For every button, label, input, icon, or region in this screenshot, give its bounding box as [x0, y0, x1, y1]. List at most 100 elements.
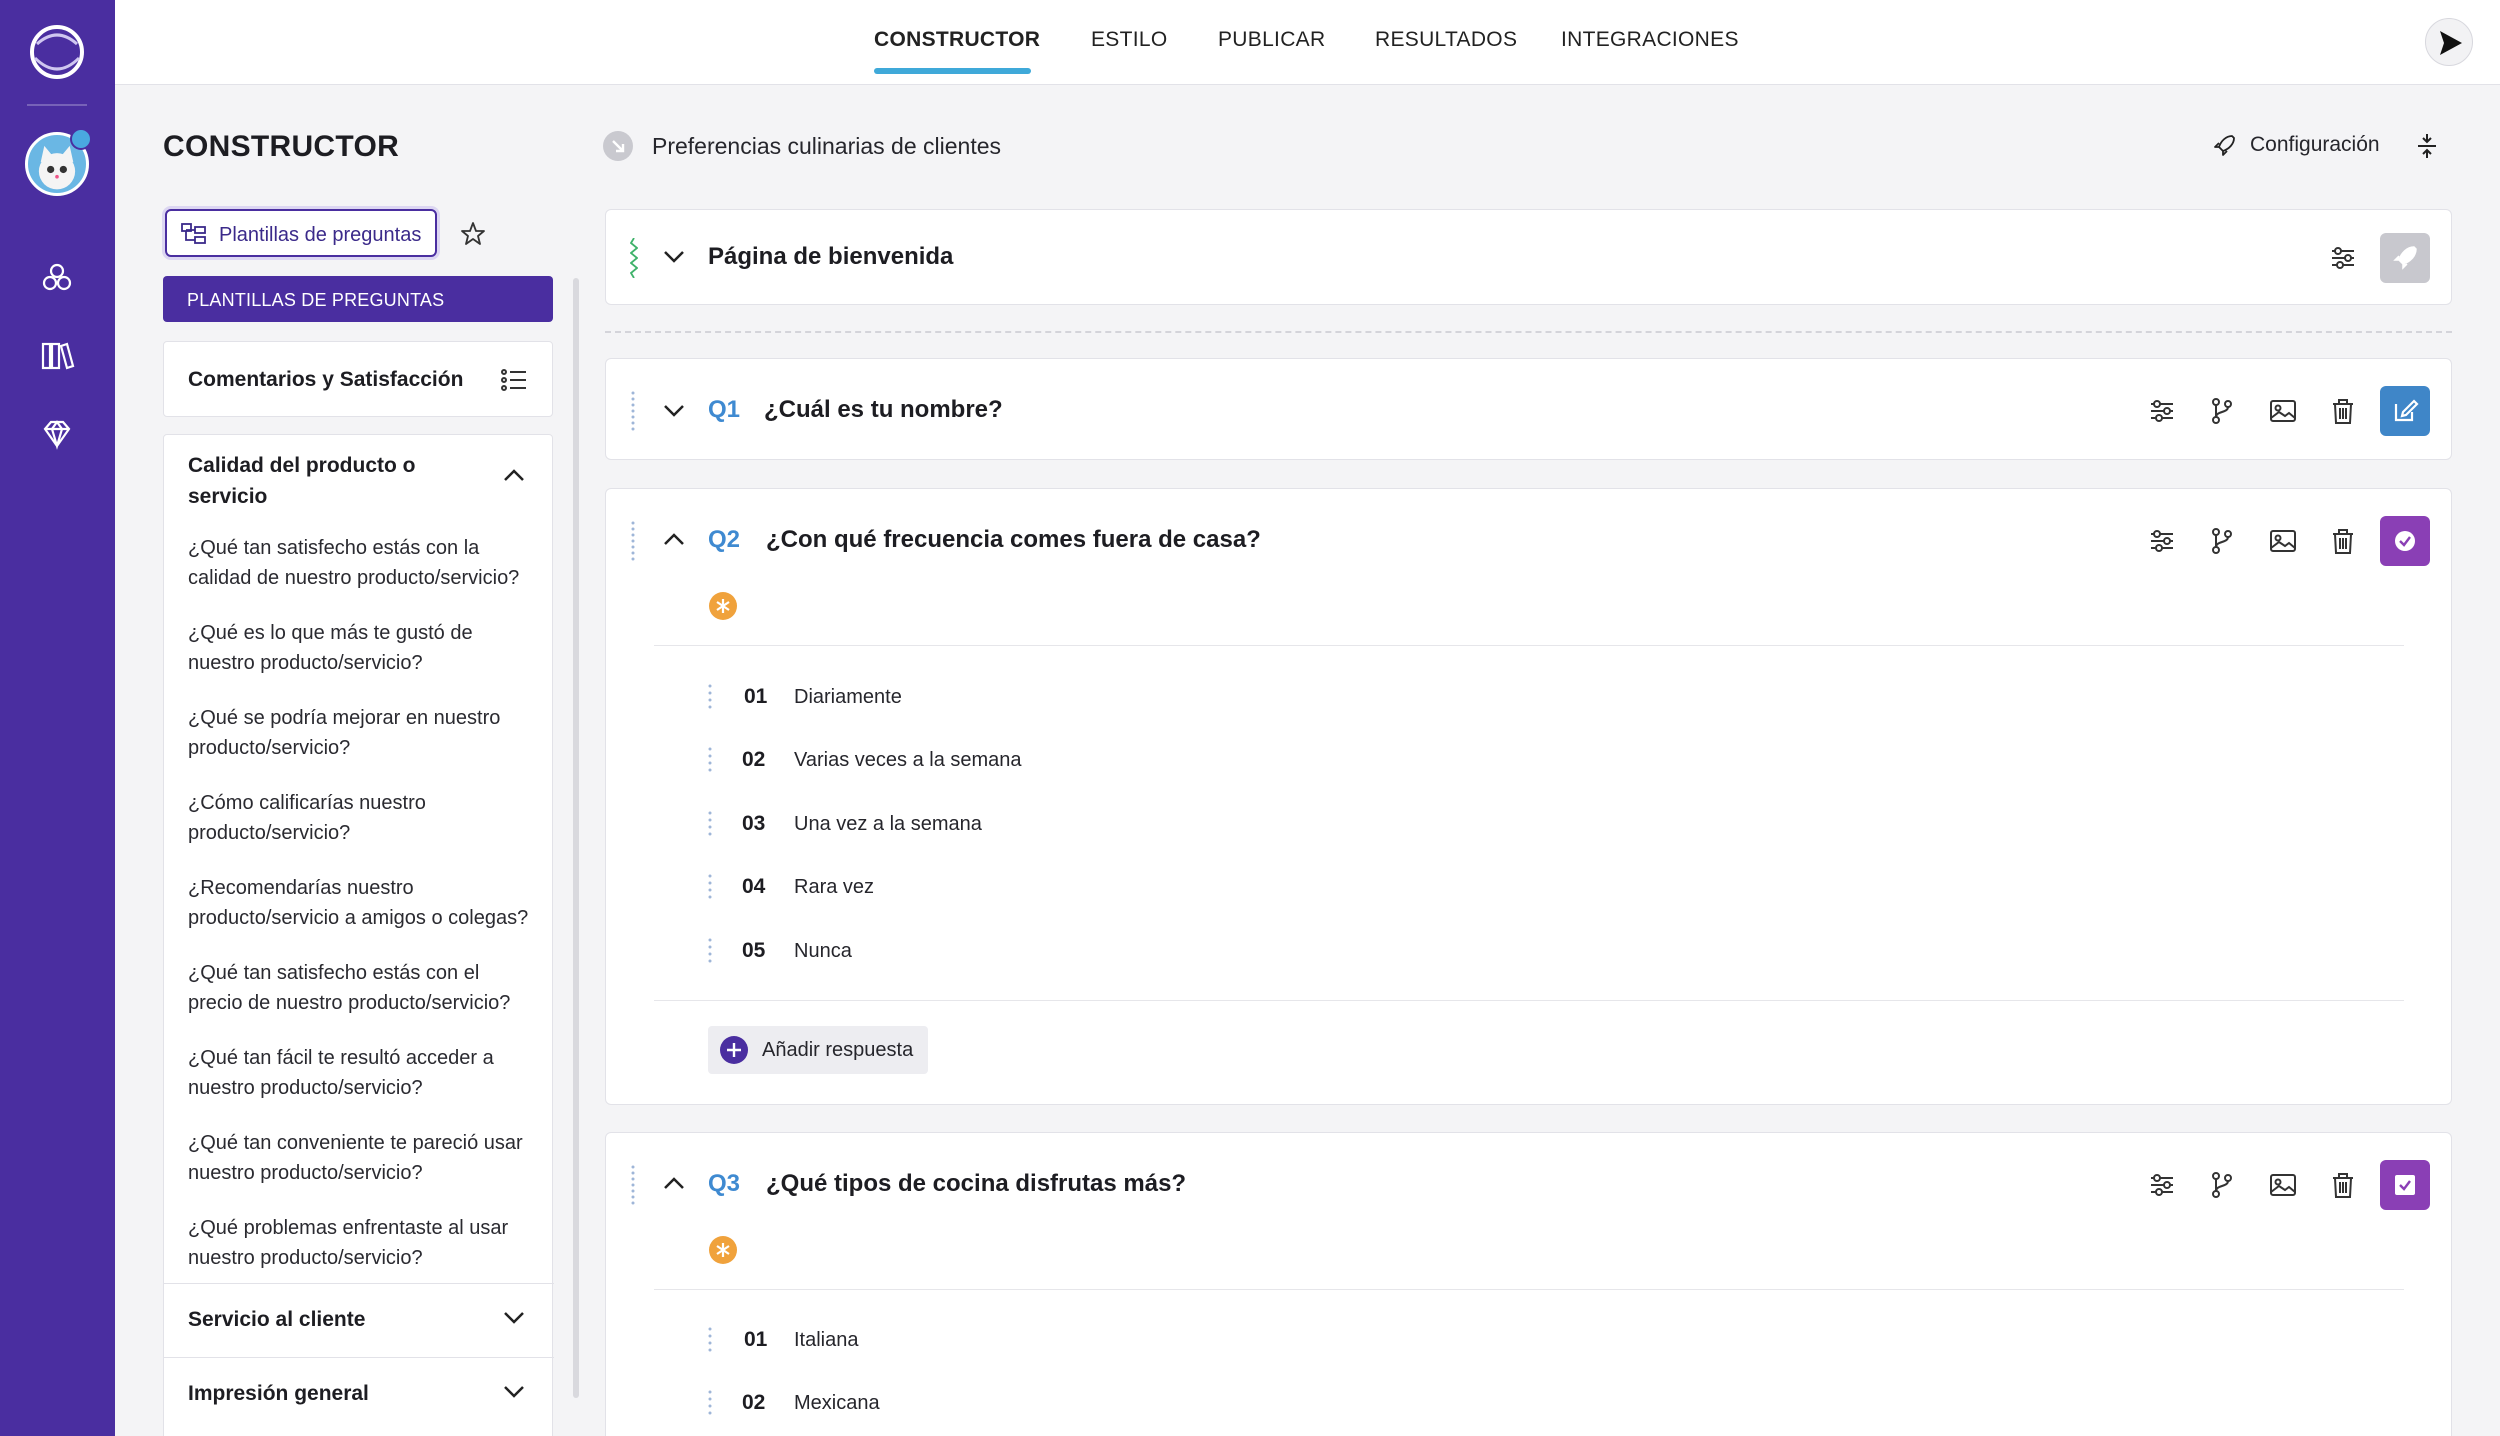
library-icon[interactable] [37, 336, 77, 376]
divider [654, 1000, 2404, 1001]
trash-icon[interactable] [2328, 396, 2358, 426]
asterisk-icon [716, 1243, 730, 1257]
template-question[interactable]: ¿Qué tan satisfecho estás con la calidad… [188, 533, 538, 593]
image-icon[interactable] [2268, 1170, 2298, 1200]
drag-handle-icon[interactable] [630, 238, 638, 278]
list-icon[interactable] [501, 368, 527, 392]
chevron-down-icon[interactable] [502, 1384, 526, 1400]
chevron-up-icon[interactable] [663, 1176, 685, 1190]
compress-icon[interactable] [2413, 132, 2441, 160]
single-choice-button[interactable] [2380, 516, 2430, 566]
question-card-q1[interactable]: Q1 ¿Cuál es tu nombre? [605, 358, 2452, 460]
template-question[interactable]: ¿Qué se podría mejorar en nuestro produc… [188, 703, 538, 763]
edit-button[interactable] [2380, 386, 2430, 436]
answer-text[interactable]: Mexicana [794, 1392, 880, 1415]
tab-publicar[interactable]: PUBLICAR [1218, 28, 1325, 52]
sidebar-scrollbar[interactable] [573, 278, 579, 1398]
section-general-impression[interactable]: Impresión general [164, 1357, 554, 1431]
app-logo[interactable] [27, 22, 87, 82]
settings-sliders-icon[interactable] [2147, 396, 2177, 426]
template-question[interactable]: ¿Qué tan fácil te resultó acceder a nues… [188, 1043, 538, 1103]
template-question[interactable]: ¿Qué tan conveniente te pareció usar nue… [188, 1128, 538, 1188]
chevron-up-icon[interactable] [663, 532, 685, 546]
branch-icon[interactable] [2207, 1170, 2237, 1200]
drag-handle-icon[interactable] [631, 521, 635, 561]
launch-button[interactable] [2380, 233, 2430, 283]
check-square-icon [2395, 1175, 2415, 1195]
drag-handle-icon[interactable] [631, 1165, 635, 1205]
components-icon[interactable] [37, 258, 77, 298]
question-card-q2[interactable]: Q2 ¿Con qué frecuencia comes fuera de ca… [605, 488, 2452, 1105]
question-title[interactable]: ¿Con qué frecuencia comes fuera de casa? [766, 526, 1261, 554]
settings-sliders-icon[interactable] [2147, 1170, 2177, 1200]
section-customer-service[interactable]: Servicio al cliente [164, 1283, 554, 1357]
star-icon[interactable] [459, 220, 487, 248]
answer-text[interactable]: Una vez a la semana [794, 813, 982, 836]
category-feedback-label: Comentarios y Satisfacción [188, 368, 464, 391]
image-icon[interactable] [2268, 526, 2298, 556]
section-title-quality[interactable]: Calidad del producto o servicio [188, 450, 438, 512]
dashed-separator [605, 331, 2452, 333]
trash-icon[interactable] [2328, 1170, 2358, 1200]
send-button[interactable] [2425, 18, 2473, 66]
answer-number: 04 [742, 875, 766, 898]
chevron-down-icon[interactable] [663, 404, 685, 418]
answer-text[interactable]: Rara vez [794, 876, 874, 899]
template-question[interactable]: ¿Qué tan satisfecho estás con el precio … [188, 958, 538, 1018]
drag-handle-icon[interactable] [708, 938, 712, 964]
collapse-icon[interactable] [603, 131, 633, 161]
question-card-q3[interactable]: Q3 ¿Qué tipos de cocina disfrutas más? [605, 1132, 2452, 1436]
drag-handle-icon[interactable] [708, 1390, 712, 1416]
check-circle-icon [2395, 531, 2415, 551]
tab-resultados[interactable]: RESULTADOS [1375, 28, 1517, 52]
answer-text[interactable]: Varias veces a la semana [794, 749, 1022, 772]
survey-title[interactable]: Preferencias culinarias de clientes [652, 133, 1001, 160]
drag-handle-icon[interactable] [708, 1327, 712, 1353]
avatar-badge [70, 128, 92, 150]
chevron-down-icon[interactable] [663, 250, 685, 264]
chevron-down-icon[interactable] [502, 1310, 526, 1326]
rocket-icon[interactable] [2212, 132, 2238, 158]
answer-number: 05 [742, 939, 766, 962]
config-link[interactable]: Configuración [2250, 133, 2380, 157]
answer-text[interactable]: Diariamente [794, 686, 902, 709]
drag-handle-icon[interactable] [708, 747, 712, 773]
drag-handle-icon[interactable] [708, 811, 712, 837]
trash-icon[interactable] [2328, 526, 2358, 556]
drag-handle-icon[interactable] [708, 874, 712, 900]
add-answer-label: Añadir respuesta [762, 1039, 914, 1061]
template-question[interactable]: ¿Cómo calificarías nuestro producto/serv… [188, 788, 538, 848]
answer-number: 01 [744, 1328, 768, 1351]
welcome-title[interactable]: Página de bienvenida [708, 243, 953, 271]
welcome-card[interactable]: Página de bienvenida [605, 209, 2452, 305]
template-icon [181, 223, 206, 244]
category-feedback[interactable]: Comentarios y Satisfacción [163, 341, 553, 417]
question-number: Q3 [708, 1170, 741, 1197]
template-question[interactable]: ¿Qué es lo que más te gustó de nuestro p… [188, 618, 538, 678]
drag-handle-icon[interactable] [631, 391, 635, 431]
diamond-icon[interactable] [37, 414, 77, 454]
settings-sliders-icon[interactable] [2328, 243, 2358, 273]
branch-icon[interactable] [2207, 526, 2237, 556]
chevron-up-icon[interactable] [502, 467, 526, 483]
question-title[interactable]: ¿Qué tipos de cocina disfrutas más? [766, 1170, 1186, 1198]
tab-integraciones[interactable]: INTEGRACIONES [1561, 28, 1739, 52]
template-question[interactable]: ¿Qué problemas enfrentaste al usar nuest… [188, 1213, 538, 1273]
required-badge[interactable] [709, 592, 737, 620]
tab-estilo[interactable]: ESTILO [1091, 28, 1168, 52]
edit-icon [2394, 399, 2419, 422]
tab-constructor[interactable]: CONSTRUCTOR [874, 28, 1040, 52]
answer-text[interactable]: Nunca [794, 940, 852, 963]
image-icon[interactable] [2268, 396, 2298, 426]
multiple-choice-button[interactable] [2380, 1160, 2430, 1210]
rail-divider [27, 104, 87, 106]
question-title[interactable]: ¿Cuál es tu nombre? [764, 396, 1003, 424]
required-badge[interactable] [709, 1236, 737, 1264]
question-templates-button[interactable]: Plantillas de preguntas [165, 209, 437, 257]
template-question[interactable]: ¿Recomendarías nuestro producto/servicio… [188, 873, 538, 933]
branch-icon[interactable] [2207, 396, 2237, 426]
add-answer-button[interactable]: Añadir respuesta [708, 1026, 928, 1074]
drag-handle-icon[interactable] [708, 684, 712, 710]
answer-text[interactable]: Italiana [794, 1329, 859, 1352]
settings-sliders-icon[interactable] [2147, 526, 2177, 556]
